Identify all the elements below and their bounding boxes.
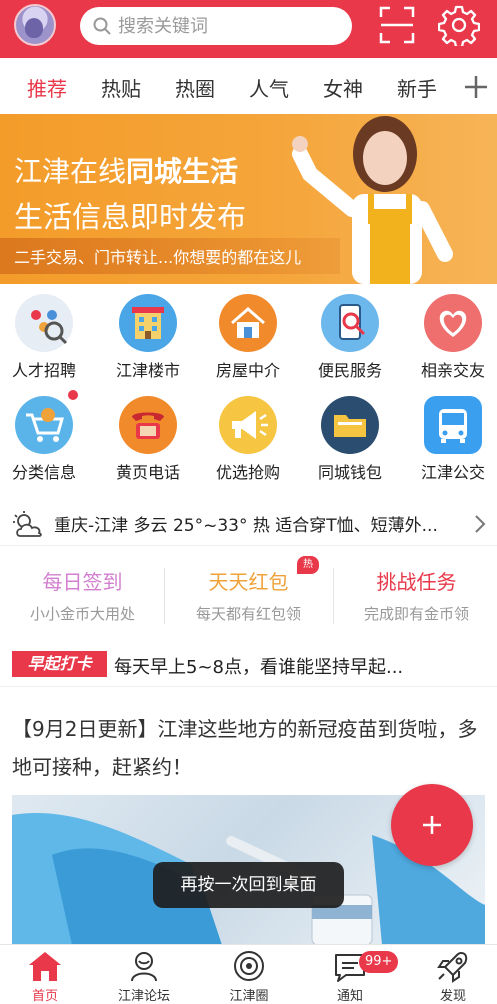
heart-icon (424, 294, 482, 352)
grid-item-classifieds[interactable]: 分类信息 (0, 390, 94, 490)
banner-woman-image (292, 116, 453, 284)
avatar[interactable] (14, 4, 56, 46)
hot-badge: 热 (297, 556, 319, 574)
task-title: 挑战任务 (376, 570, 457, 594)
tab-recommend[interactable]: 推荐 (10, 73, 84, 102)
recruit-icon (15, 294, 73, 352)
grid-item-recruit[interactable]: 人才招聘 (0, 288, 94, 388)
nav-discover[interactable]: 发现 (408, 949, 497, 1004)
task-panel: 每日签到 小小金币大用处 天天红包 每天都有红包领 热 挑战任务 完成即有金币领 (0, 556, 497, 636)
promo-banner[interactable]: 江津在线同城生活 生活信息即时发布 二手交易、门市转让...你想要的都在这儿 (0, 114, 497, 284)
daily-checkin-button[interactable]: 每日签到 小小金币大用处 (0, 556, 165, 630)
search-icon (93, 17, 111, 35)
plus-icon (423, 816, 441, 834)
notification-dot (68, 390, 78, 400)
banner-caption: 二手交易、门市转让...你想要的都在这儿 (14, 248, 302, 267)
nav-home[interactable]: 首页 (0, 949, 90, 1004)
tab-newbie[interactable]: 新手 (380, 73, 454, 102)
nav-label: 江津圈 (229, 989, 269, 1004)
task-subtitle: 每天都有红包领 (195, 605, 301, 623)
top-header (0, 0, 497, 58)
nav-forum[interactable]: 江津论坛 (99, 949, 189, 1004)
tab-hot-posts[interactable]: 热贴 (84, 73, 158, 102)
nav-label: 江津论坛 (117, 989, 170, 1004)
nav-label: 首页 (31, 989, 58, 1004)
weather-bar[interactable]: 重庆-江津 多云 25°~33° 热 适合穿T恤、短薄外... (0, 502, 497, 546)
bottom-nav: 首页 江津论坛 江津圈 通知 99+ 发现 (0, 944, 497, 1004)
telephone-icon (119, 396, 177, 454)
notification-count-badge: 99+ (359, 951, 399, 973)
megaphone-icon (219, 396, 277, 454)
category-tabs: 推荐 热贴 热圈 人气 女神 新手 (0, 60, 497, 114)
service-grid: 人才招聘 江津楼市 房屋中介 便民服务 相亲交友 分类信息 黄页电话 优选抢购 … (0, 288, 497, 488)
nav-notifications[interactable]: 通知 99+ (305, 949, 399, 1004)
grid-label: 黄页电话 (115, 463, 180, 482)
grid-label: 同城钱包 (317, 463, 382, 482)
toast-message: 再按一次回到桌面 (153, 862, 344, 908)
weather-text: 重庆-江津 多云 25°~33° 热 适合穿T恤、短薄外... (54, 516, 438, 536)
grid-item-bus[interactable]: 江津公交 (403, 390, 497, 490)
grid-item-flash-sale[interactable]: 优选抢购 (198, 390, 298, 490)
grid-label: 人才招聘 (11, 361, 76, 380)
building-icon (119, 294, 177, 352)
grid-label: 相亲交友 (420, 361, 485, 380)
plus-icon[interactable] (463, 74, 489, 100)
cart-icon (15, 396, 73, 454)
banner-subheadline: 生活信息即时发布 (14, 200, 247, 234)
bus-icon (424, 396, 482, 454)
task-subtitle: 完成即有金币领 (363, 605, 469, 623)
early-bird-text: 每天早上5~8点，看谁能坚持早起... (114, 657, 404, 678)
article-title[interactable]: 【9月2日更新】江津这些地方的新冠疫苗到货啦，多地可接种，赶紧约！ (12, 710, 482, 786)
grid-item-yellow-pages[interactable]: 黄页电话 (98, 390, 198, 490)
challenge-task-button[interactable]: 挑战任务 完成即有金币领 (334, 556, 497, 630)
scan-icon[interactable] (378, 5, 416, 45)
banner-headline: 江津在线同城生活 (14, 155, 239, 188)
daily-red-packet-button[interactable]: 天天红包 每天都有红包领 热 (166, 556, 331, 630)
grid-label: 江津公交 (420, 463, 485, 482)
chevron-right-icon[interactable] (473, 514, 487, 534)
grid-label: 优选抢购 (215, 463, 280, 482)
grid-item-dating[interactable]: 相亲交友 (403, 288, 497, 388)
phone-search-icon (321, 294, 379, 352)
task-subtitle: 小小金币大用处 (29, 605, 135, 623)
nav-label: 通知 (336, 989, 363, 1004)
grid-label: 江津楼市 (115, 361, 180, 380)
task-title: 每日签到 (42, 570, 123, 594)
grid-label: 房屋中介 (215, 361, 280, 380)
folder-icon (321, 396, 379, 454)
tab-hot-circles[interactable]: 热圈 (158, 73, 232, 102)
search-bar[interactable] (80, 7, 352, 45)
nav-circle[interactable]: 江津圈 (204, 949, 294, 1004)
tab-goddess[interactable]: 女神 (306, 73, 380, 102)
grid-item-convenience[interactable]: 便民服务 (300, 288, 400, 388)
gear-icon[interactable] (438, 4, 480, 46)
forum-icon (131, 952, 157, 982)
grid-item-housing-agency[interactable]: 房屋中介 (198, 288, 298, 388)
cloudy-icon (13, 510, 42, 537)
nav-label: 发现 (439, 989, 466, 1004)
grid-item-wallet[interactable]: 同城钱包 (300, 390, 400, 490)
early-bird-bar[interactable]: 早起打卡 每天早上5~8点，看谁能坚持早起... (0, 645, 497, 687)
grid-label: 分类信息 (11, 463, 76, 482)
grid-label: 便民服务 (317, 361, 382, 380)
early-bird-badge: 早起打卡 (12, 651, 107, 677)
create-post-button[interactable] (391, 784, 473, 866)
house-icon (219, 294, 277, 352)
circle-icon (234, 951, 264, 981)
grid-item-real-estate[interactable]: 江津楼市 (98, 288, 198, 388)
rocket-icon (437, 951, 468, 983)
search-input[interactable] (118, 15, 338, 37)
divider (164, 568, 165, 624)
tab-popular[interactable]: 人气 (232, 73, 306, 102)
home-icon (29, 952, 61, 981)
